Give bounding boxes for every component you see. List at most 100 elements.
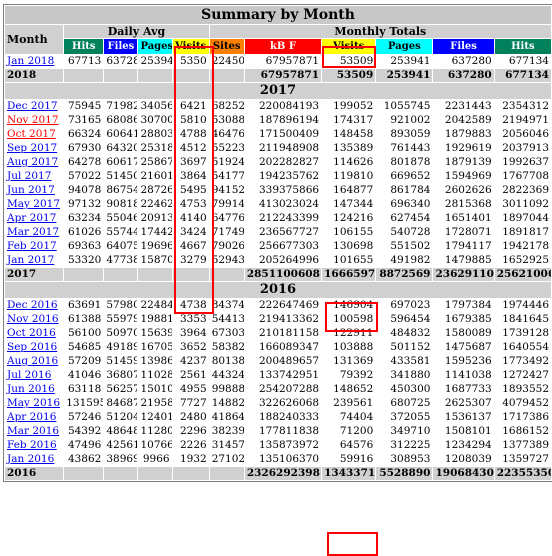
total-cell bbox=[64, 467, 104, 480]
month-link[interactable]: Apr 2016 bbox=[7, 411, 56, 423]
value-cell: 54413 bbox=[209, 313, 244, 326]
value-cell: 74404 bbox=[322, 411, 376, 424]
value-cell: 205264996 bbox=[244, 254, 322, 267]
month-cell: Apr 2016 bbox=[5, 411, 64, 424]
value-cell: 11280 bbox=[138, 425, 172, 438]
month-link[interactable]: Mar 2017 bbox=[7, 226, 59, 238]
month-link[interactable]: Oct 2016 bbox=[7, 327, 56, 339]
month-link[interactable]: Jul 2016 bbox=[7, 369, 51, 381]
value-cell: 801878 bbox=[376, 156, 433, 169]
value-cell: 254207288 bbox=[244, 383, 322, 396]
month-link[interactable]: Jan 2016 bbox=[7, 453, 54, 465]
value-cell: 680725 bbox=[376, 397, 433, 410]
month-row: Oct 2017 66324 60641 28803 4788 46476 17150040… bbox=[5, 128, 551, 141]
value-cell: 1841645 bbox=[494, 313, 551, 326]
value-cell: 1475687 bbox=[433, 341, 494, 354]
month-link[interactable]: Jan 2017 bbox=[7, 254, 54, 266]
highlight-visits-total-2016 bbox=[327, 532, 378, 556]
month-link[interactable]: Nov 2017 bbox=[7, 114, 59, 126]
month-cell: Mar 2016 bbox=[5, 425, 64, 438]
total-cell: 1343371 bbox=[322, 467, 376, 480]
month-link[interactable]: May 2016 bbox=[7, 397, 60, 409]
total-cell: 8872569 bbox=[376, 268, 433, 281]
value-cell: 669652 bbox=[376, 170, 433, 183]
value-cell: 12401 bbox=[138, 411, 172, 424]
value-cell: 6421 bbox=[172, 100, 209, 113]
value-cell: 38239 bbox=[209, 425, 244, 438]
month-link[interactable]: Dec 2017 bbox=[7, 100, 58, 112]
month-link[interactable]: Aug 2017 bbox=[7, 156, 58, 168]
total-cell: 53509 bbox=[322, 69, 376, 82]
value-cell: 3964 bbox=[172, 327, 209, 340]
value-cell: 2042589 bbox=[433, 114, 494, 127]
value-cell: 56257 bbox=[104, 383, 138, 396]
value-cell: 90818 bbox=[104, 198, 138, 211]
month-link[interactable]: Mar 2016 bbox=[7, 425, 59, 437]
value-cell: 71749 bbox=[209, 226, 244, 239]
value-cell: 341880 bbox=[376, 369, 433, 382]
month-link[interactable]: Sep 2017 bbox=[7, 142, 57, 154]
summary-title: Summary by Month bbox=[5, 6, 551, 24]
month-row: Feb 2017 69363 64075 19696 4667 79026 25667730… bbox=[5, 240, 551, 253]
daily-avg-header: Daily Avg bbox=[64, 25, 209, 38]
month-row: Jun 2016 63118 56257 15010 4955 99888 25420728… bbox=[5, 383, 551, 396]
value-cell: 761443 bbox=[376, 142, 433, 155]
month-link[interactable]: May 2017 bbox=[7, 198, 60, 210]
value-cell: 57209 bbox=[64, 355, 104, 368]
month-link[interactable]: Oct 2017 bbox=[7, 128, 56, 140]
month-row: Dec 2017 75945 71982 34056 6421 68252 22008419… bbox=[5, 100, 551, 113]
month-cell: Oct 2016 bbox=[5, 327, 64, 340]
month-link[interactable]: Jul 2017 bbox=[7, 170, 51, 182]
value-cell: 84687 bbox=[104, 397, 138, 410]
value-cell: 2037913 bbox=[494, 142, 551, 155]
month-link[interactable]: Dec 2016 bbox=[7, 299, 58, 311]
value-cell: 63118 bbox=[64, 383, 104, 396]
value-cell: 413023024 bbox=[244, 198, 322, 211]
value-cell: 130698 bbox=[322, 240, 376, 253]
month-link[interactable]: Jun 2016 bbox=[7, 383, 55, 395]
value-cell: 222647469 bbox=[244, 299, 322, 312]
value-cell: 349710 bbox=[376, 425, 433, 438]
value-cell: 551502 bbox=[376, 240, 433, 253]
value-cell: 219413362 bbox=[244, 313, 322, 326]
month-row: Mar 2016 54392 48648 11280 2296 38239 17781183… bbox=[5, 425, 551, 438]
value-cell: 21958 bbox=[138, 397, 172, 410]
value-cell: 50970 bbox=[104, 327, 138, 340]
value-cell: 433581 bbox=[376, 355, 433, 368]
month-row: Nov 2016 61388 55979 19881 3353 54413 21941336… bbox=[5, 313, 551, 326]
month-row: Apr 2016 57246 51204 12401 2480 41864 18824033… bbox=[5, 411, 551, 424]
total-cell: 2851100608 bbox=[244, 268, 322, 281]
value-cell: 80138 bbox=[209, 355, 244, 368]
value-cell: 1897044 bbox=[494, 212, 551, 225]
value-cell: 41864 bbox=[209, 411, 244, 424]
rows-2018: Jan 2018 67713 63728 25394 5350 22450 67957871… bbox=[5, 55, 551, 82]
month-link[interactable]: Feb 2017 bbox=[7, 240, 57, 252]
col-monthly-files: Files bbox=[433, 39, 494, 54]
value-cell: 5350 bbox=[172, 55, 209, 68]
value-cell: 187896194 bbox=[244, 114, 322, 127]
value-cell: 135873972 bbox=[244, 439, 322, 452]
month-cell: Feb 2017 bbox=[5, 240, 64, 253]
value-cell: 194235762 bbox=[244, 170, 322, 183]
value-cell: 199052 bbox=[322, 100, 376, 113]
value-cell: 3279 bbox=[172, 254, 209, 267]
month-link[interactable]: Aug 2016 bbox=[7, 355, 58, 367]
value-cell: 1687733 bbox=[433, 383, 494, 396]
value-cell: 119810 bbox=[322, 170, 376, 183]
value-cell: 25318 bbox=[138, 142, 172, 155]
value-cell: 86754 bbox=[104, 184, 138, 197]
month-link[interactable]: Jan 2018 bbox=[7, 55, 54, 67]
value-cell: 4738 bbox=[172, 299, 209, 312]
month-link[interactable]: Nov 2016 bbox=[7, 313, 59, 325]
value-cell: 9966 bbox=[138, 453, 172, 466]
value-cell: 28803 bbox=[138, 128, 172, 141]
value-cell: 53509 bbox=[322, 55, 376, 68]
value-cell: 63234 bbox=[64, 212, 104, 225]
month-row: Jul 2016 41046 36807 11028 2561 44324 13374295… bbox=[5, 369, 551, 382]
month-link[interactable]: Sep 2016 bbox=[7, 341, 57, 353]
value-cell: 236567727 bbox=[244, 226, 322, 239]
month-link[interactable]: Jun 2017 bbox=[7, 184, 55, 196]
total-cell bbox=[209, 467, 244, 480]
month-link[interactable]: Feb 2016 bbox=[7, 439, 57, 451]
month-link[interactable]: Apr 2017 bbox=[7, 212, 56, 224]
